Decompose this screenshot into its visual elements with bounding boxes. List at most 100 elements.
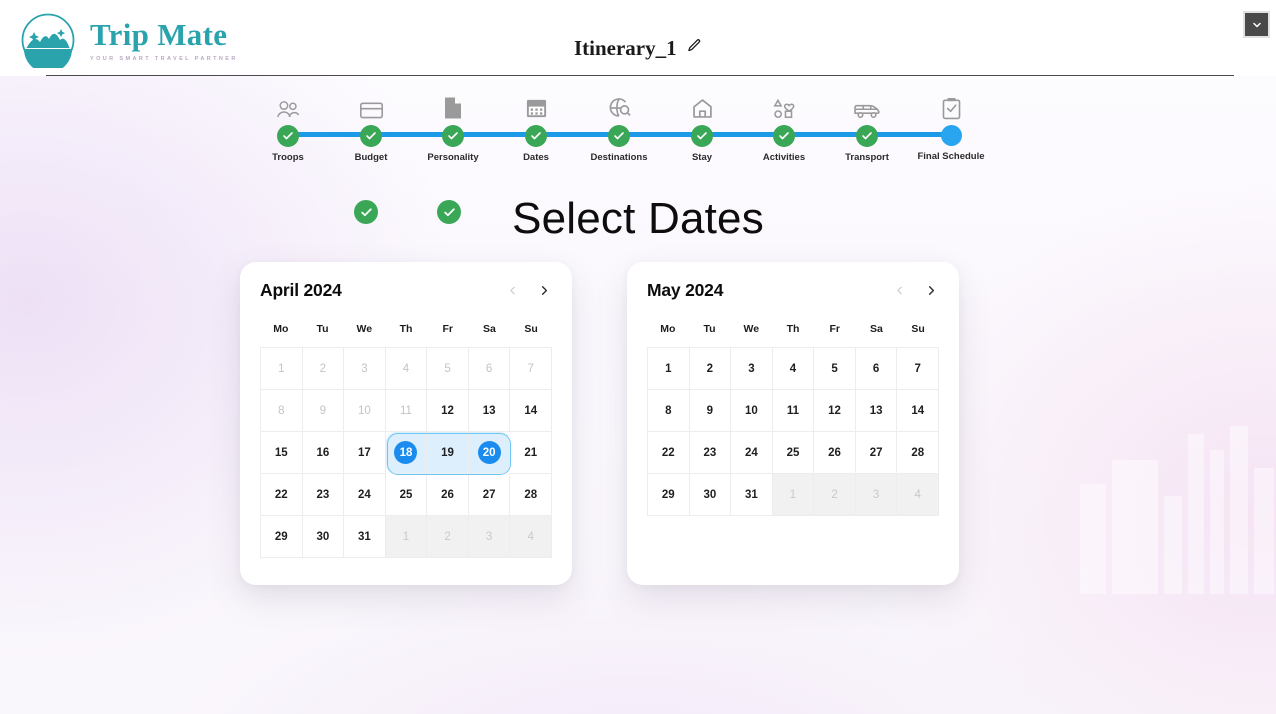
calendar-day-cell[interactable]: 25 bbox=[772, 432, 815, 474]
calendar-day-cell: 3 bbox=[344, 348, 386, 390]
weekday-label: Mo bbox=[273, 323, 289, 335]
calendar-day-grid: 1 2 3 4 5 6 7 8 9 10 11 12 13 14 15 16 17 18 19 20 21 22 23 24 2… bbox=[260, 347, 552, 558]
calendar-day-cell[interactable]: 14 bbox=[897, 390, 939, 432]
step-label: Final Schedule bbox=[917, 151, 985, 162]
calendar-day-cell[interactable]: 19 bbox=[427, 432, 469, 474]
calendar-day-cell[interactable]: 20 bbox=[468, 432, 511, 474]
page-title-text: Itinerary_1 bbox=[573, 36, 677, 60]
calendar-header: May 2024 bbox=[627, 262, 959, 301]
calendar-day-cell[interactable]: 13 bbox=[468, 390, 511, 432]
weekday-label: Sa bbox=[870, 323, 883, 335]
calendar-day-cell[interactable]: 22 bbox=[648, 432, 690, 474]
calendar-day-cell[interactable]: 13 bbox=[855, 390, 898, 432]
step-status-dot bbox=[360, 125, 382, 147]
calendar-day-cell[interactable]: 4 bbox=[772, 348, 815, 390]
calendar-day-cell[interactable]: 7 bbox=[897, 348, 939, 390]
calendar-day-cell[interactable]: 21 bbox=[510, 432, 552, 474]
calendar-nav-group bbox=[893, 283, 939, 298]
calendar-day-cell[interactable]: 31 bbox=[344, 516, 386, 558]
calendar-day-cell[interactable]: 31 bbox=[731, 474, 773, 516]
calendar-day-cell[interactable]: 29 bbox=[261, 516, 303, 558]
calendar-day-cell: 4 bbox=[385, 348, 428, 390]
calendar-day-cell[interactable]: 2 bbox=[689, 348, 732, 390]
weekday-label: Su bbox=[524, 323, 538, 335]
weekday-label: Th bbox=[399, 323, 413, 335]
calendar-day-cell[interactable]: 24 bbox=[731, 432, 773, 474]
step-status-dot bbox=[525, 125, 547, 147]
calendar-day-cell[interactable]: 17 bbox=[344, 432, 386, 474]
chevron-left-icon[interactable] bbox=[506, 284, 519, 297]
calendar-day-cell[interactable]: 28 bbox=[897, 432, 939, 474]
calendar-day-cell[interactable]: 22 bbox=[261, 474, 303, 516]
weekday-label: Mo bbox=[660, 323, 676, 335]
collapse-panel-button[interactable] bbox=[1243, 11, 1270, 38]
header-divider bbox=[46, 75, 1234, 76]
calendar-day-cell[interactable]: 12 bbox=[427, 390, 469, 432]
calendar-day-cell: 7 bbox=[510, 348, 552, 390]
calendar-may: May 2024 Mo Tu We Th Fr Sa Su 1234567891… bbox=[627, 262, 959, 585]
calendar-april: April 2024 Mo Tu We Th Fr Sa Su 12345678… bbox=[240, 262, 572, 585]
calendar-day-cell[interactable]: 27 bbox=[855, 432, 898, 474]
calendar-month-label: April 2024 bbox=[260, 280, 342, 300]
calendar-day-cell[interactable]: 26 bbox=[814, 432, 856, 474]
calendar-day-cell: 6 bbox=[468, 348, 511, 390]
calendar-nav-group bbox=[506, 283, 552, 298]
chevron-right-icon[interactable] bbox=[924, 283, 939, 298]
calendar-day-cell[interactable]: 26 bbox=[427, 474, 469, 516]
step-status-dot bbox=[277, 125, 299, 147]
calendar-day-cell[interactable]: 9 bbox=[689, 390, 732, 432]
calendar-day-cell[interactable]: 3 bbox=[731, 348, 773, 390]
step-status-dot bbox=[773, 125, 795, 147]
calendar-day-cell[interactable]: 23 bbox=[302, 474, 345, 516]
selected-day-pill: 18 bbox=[394, 441, 418, 464]
calendar-day-cell[interactable]: 30 bbox=[302, 516, 345, 558]
selected-day-pill: 20 bbox=[477, 441, 501, 464]
calendar-day-cell[interactable]: 30 bbox=[689, 474, 732, 516]
calendar-header: April 2024 bbox=[240, 262, 572, 301]
calendar-day-cell[interactable]: 14 bbox=[510, 390, 552, 432]
calendar-day-cell: 2 bbox=[814, 474, 856, 516]
pencil-icon[interactable] bbox=[687, 38, 702, 58]
calendar-day-cell[interactable]: 5 bbox=[814, 348, 856, 390]
calendar-day-cell: 4 bbox=[510, 516, 552, 558]
step-final-schedule[interactable]: Final Schedule bbox=[891, 96, 1011, 162]
clipboard-check-icon bbox=[891, 96, 1011, 120]
calendar-day-cell[interactable]: 15 bbox=[261, 432, 303, 474]
calendar-day-cell[interactable]: 23 bbox=[689, 432, 732, 474]
calendar-day-cell[interactable]: 25 bbox=[385, 474, 428, 516]
step-status-dot bbox=[442, 125, 464, 147]
calendar-day-cell[interactable]: 1 bbox=[648, 348, 690, 390]
calendar-day-cell[interactable]: 18 bbox=[385, 432, 428, 474]
calendar-day-cell: 10 bbox=[344, 390, 386, 432]
document-title-group: Itinerary_1 bbox=[0, 36, 1276, 61]
weekday-label: Sa bbox=[483, 323, 496, 335]
calendar-day-cell[interactable]: 29 bbox=[648, 474, 690, 516]
weekday-label: Fr bbox=[829, 323, 840, 335]
calendar-day-cell[interactable]: 8 bbox=[648, 390, 690, 432]
weekday-label: We bbox=[356, 323, 373, 335]
calendar-day-cell[interactable]: 6 bbox=[855, 348, 898, 390]
calendar-day-cell: 1 bbox=[385, 516, 428, 558]
calendar-day-cell: 1 bbox=[261, 348, 303, 390]
calendar-day-cell[interactable]: 10 bbox=[731, 390, 773, 432]
calendar-day-cell: 8 bbox=[261, 390, 303, 432]
weekday-label: Tu bbox=[703, 323, 716, 335]
chevron-right-icon[interactable] bbox=[537, 283, 552, 298]
calendar-day-cell[interactable]: 24 bbox=[344, 474, 386, 516]
step-status-dot bbox=[856, 125, 878, 147]
calendar-day-cell: 3 bbox=[468, 516, 511, 558]
chevron-left-icon[interactable] bbox=[893, 284, 906, 297]
weekday-label: We bbox=[743, 323, 760, 335]
calendar-day-cell: 4 bbox=[897, 474, 939, 516]
skyline-watermark bbox=[1080, 426, 1274, 594]
calendar-day-cell[interactable]: 16 bbox=[302, 432, 345, 474]
calendar-day-cell[interactable]: 12 bbox=[814, 390, 856, 432]
step-status-dot bbox=[691, 125, 713, 147]
calendar-day-cell[interactable]: 28 bbox=[510, 474, 552, 516]
weekday-label: Fr bbox=[442, 323, 453, 335]
calendar-day-cell: 2 bbox=[427, 516, 469, 558]
calendar-weekday-row: Mo Tu We Th Fr Sa Su bbox=[647, 323, 939, 335]
calendar-day-cell[interactable]: 11 bbox=[772, 390, 815, 432]
calendar-day-cell: 5 bbox=[427, 348, 469, 390]
calendar-day-cell[interactable]: 27 bbox=[468, 474, 511, 516]
